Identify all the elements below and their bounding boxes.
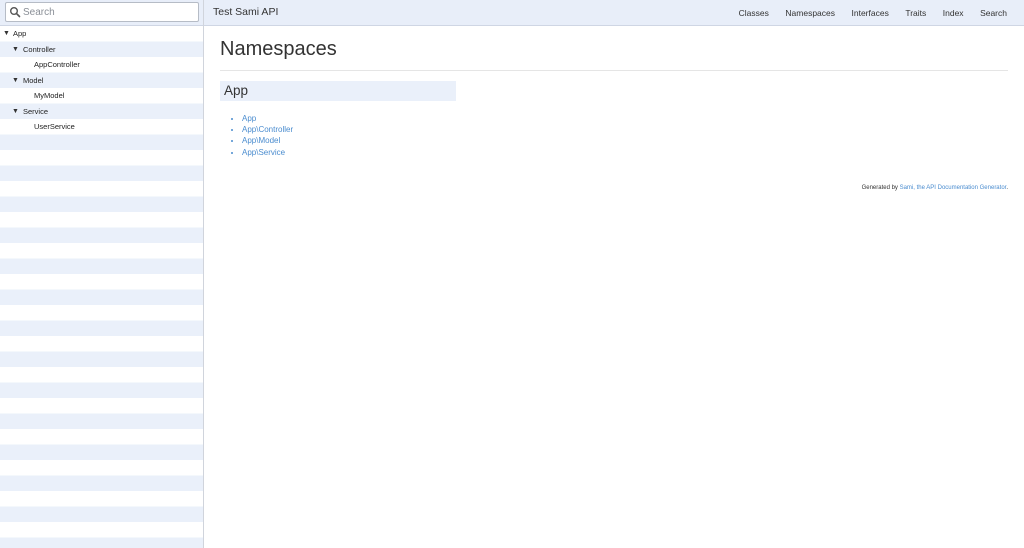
list-item: App\Service xyxy=(242,147,1008,158)
tree-item-app[interactable]: ▼ App xyxy=(0,26,203,42)
main-content: Namespaces App App App\Controller App\Mo… xyxy=(220,26,1008,158)
tree-item-mymodel[interactable]: MyModel xyxy=(0,88,203,104)
footer: Generated by Sami, the API Documentation… xyxy=(204,185,1008,191)
namespace-link-service[interactable]: App\Service xyxy=(242,148,285,157)
tree-item-label[interactable]: UserService xyxy=(34,119,75,135)
nav-index[interactable]: Index xyxy=(943,8,964,18)
section-heading: App xyxy=(220,81,456,101)
namespace-tree: ▼ App ▼ Controller AppController ▼ Model… xyxy=(0,26,203,548)
footer-suffix: . xyxy=(1006,185,1008,191)
list-item: App\Model xyxy=(242,135,1008,146)
tree-item-label[interactable]: Service xyxy=(23,104,48,120)
list-item: App\Controller xyxy=(242,124,1008,135)
generator-link[interactable]: Sami, the API Documentation Generator xyxy=(900,185,1007,191)
namespace-link-controller[interactable]: App\Controller xyxy=(242,125,293,134)
nav-classes[interactable]: Classes xyxy=(739,8,769,18)
triangle-down-icon[interactable]: ▼ xyxy=(3,26,10,42)
nav-traits[interactable]: Traits xyxy=(905,8,926,18)
tree-item-service[interactable]: ▼ Service xyxy=(0,104,203,120)
list-item: App xyxy=(242,113,1008,124)
search-input[interactable] xyxy=(23,3,195,21)
search-icon xyxy=(9,6,21,18)
namespace-list: App App\Controller App\Model App\Service xyxy=(242,113,1008,158)
namespace-link-model[interactable]: App\Model xyxy=(242,136,280,145)
triangle-down-icon[interactable]: ▼ xyxy=(12,104,19,120)
top-navbar: Test Sami API Classes Namespaces Interfa… xyxy=(204,0,1024,26)
tree-item-label[interactable]: App xyxy=(13,26,26,42)
tree-item-label[interactable]: MyModel xyxy=(34,88,64,104)
search-field[interactable] xyxy=(5,2,199,22)
triangle-down-icon[interactable]: ▼ xyxy=(12,73,19,89)
tree-item-label[interactable]: AppController xyxy=(34,57,80,73)
sidebar: ▼ App ▼ Controller AppController ▼ Model… xyxy=(0,0,204,548)
triangle-down-icon[interactable]: ▼ xyxy=(12,42,19,58)
nav-interfaces[interactable]: Interfaces xyxy=(852,8,889,18)
page-title: Namespaces xyxy=(220,38,337,60)
nav-search[interactable]: Search xyxy=(980,8,1007,18)
nav-namespaces[interactable]: Namespaces xyxy=(785,8,835,18)
tree-item-label[interactable]: Model xyxy=(23,73,43,89)
tree-item-appcontroller[interactable]: AppController xyxy=(0,57,203,73)
tree-item-controller[interactable]: ▼ Controller xyxy=(0,42,203,58)
tree-item-model[interactable]: ▼ Model xyxy=(0,73,203,89)
main-nav: Classes Namespaces Interfaces Traits Ind… xyxy=(722,0,1007,25)
divider xyxy=(220,70,1008,71)
site-title[interactable]: Test Sami API xyxy=(213,0,278,25)
tree-item-userservice[interactable]: UserService xyxy=(0,119,203,135)
search-bar xyxy=(0,0,203,26)
tree-item-label[interactable]: Controller xyxy=(23,42,56,58)
namespace-link-app[interactable]: App xyxy=(242,114,256,123)
footer-prefix: Generated by xyxy=(861,185,900,191)
